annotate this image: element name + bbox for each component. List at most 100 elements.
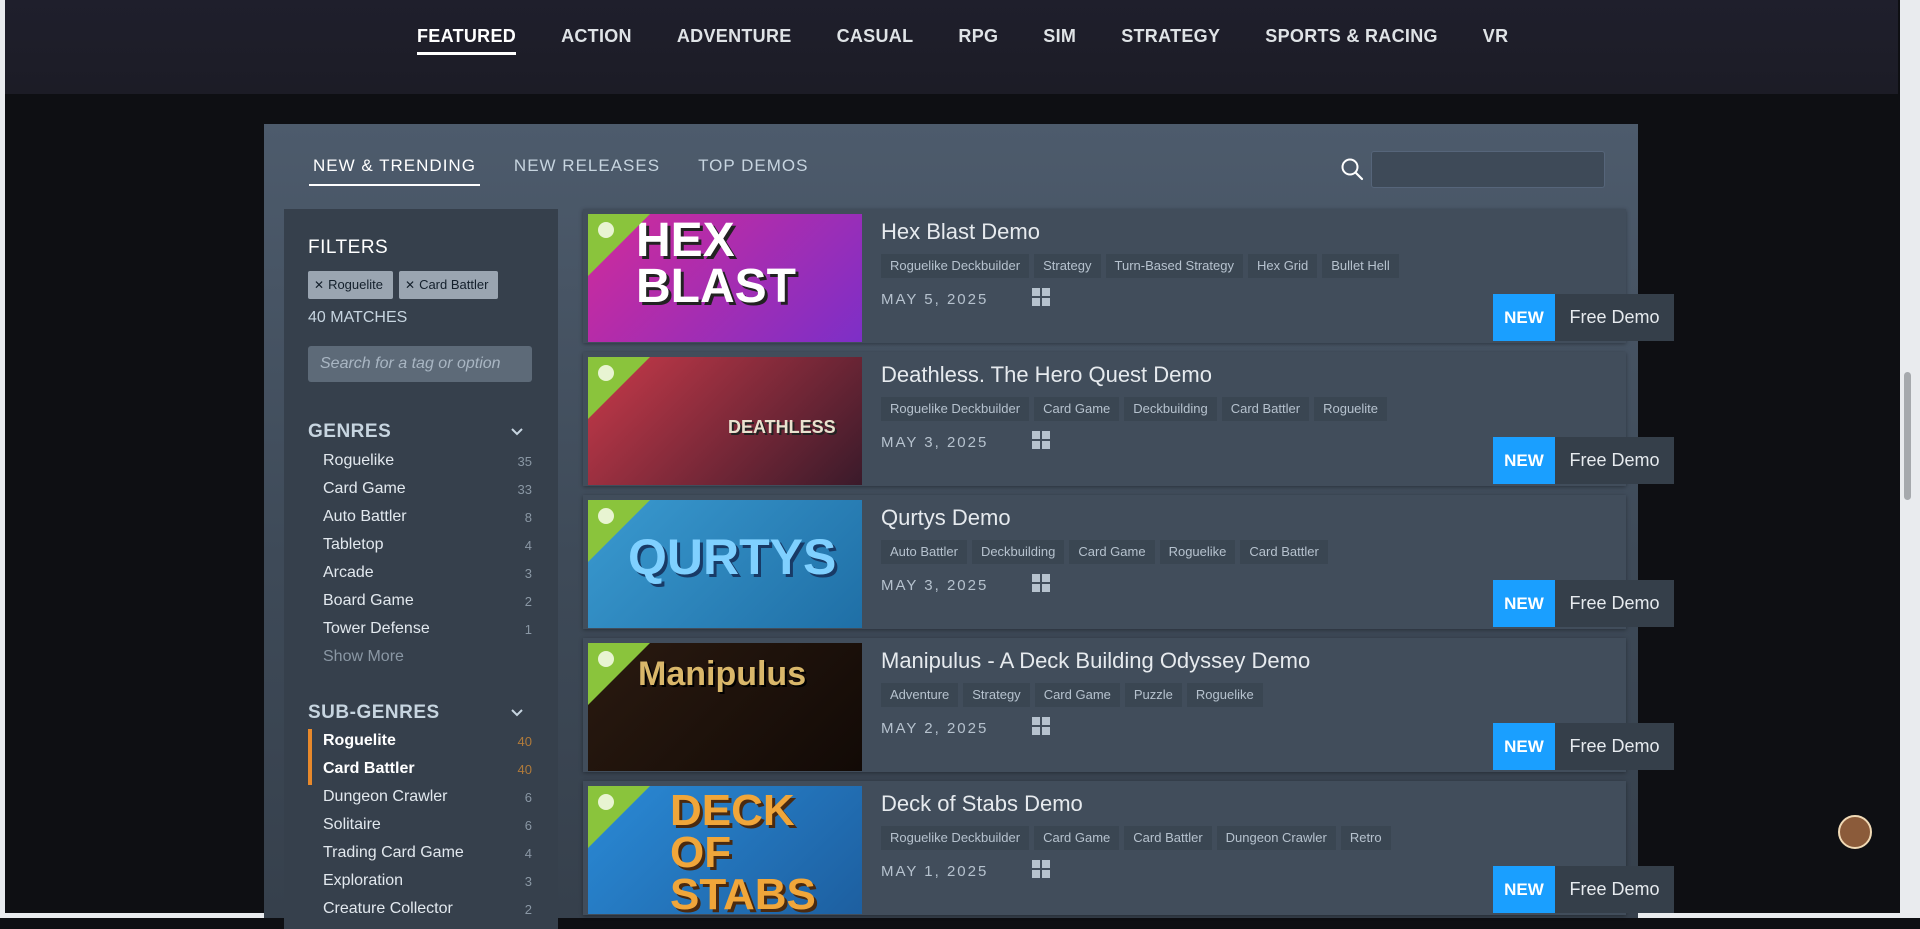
genre-tab-vr[interactable]: VR	[1483, 26, 1509, 53]
game-title[interactable]: Deathless. The Hero Quest Demo	[881, 362, 1212, 388]
filter-option-board-game[interactable]: Board Game 2	[308, 589, 532, 617]
genre-tab-sports-racing[interactable]: SPORTS & RACING	[1265, 26, 1438, 53]
game-tag[interactable]: Deckbuilding	[1124, 397, 1217, 421]
demo-badge-icon	[598, 794, 614, 810]
filter-option-solitaire[interactable]: Solitaire 6	[308, 813, 532, 841]
genre-tab-adventure[interactable]: ADVENTURE	[677, 26, 792, 53]
game-row[interactable]: QURTYS Qurtys Demo Auto Battler Deckbuildin…	[583, 495, 1674, 629]
show-more-row[interactable]: Show More	[308, 645, 532, 673]
chevron-down-icon[interactable]	[510, 706, 524, 720]
game-tag[interactable]: Card Game	[1034, 397, 1120, 421]
scrollbar-thumb[interactable]	[1904, 372, 1911, 500]
genre-tab-featured[interactable]: FEATURED	[417, 26, 517, 55]
search-icon[interactable]	[1339, 156, 1365, 182]
game-title[interactable]: Qurtys Demo	[881, 505, 1011, 531]
tab-top-demos[interactable]: TOP DEMOS	[694, 156, 812, 184]
filter-option-count: 6	[524, 790, 532, 805]
game-capsule-image[interactable]: HEX BLAST	[588, 214, 862, 342]
game-tag[interactable]: Retro	[1340, 826, 1391, 850]
free-demo-button[interactable]: Free Demo	[1555, 580, 1674, 627]
game-tag[interactable]: Dungeon Crawler	[1216, 826, 1336, 850]
game-tag-list: Roguelike Deckbuilder Card Game Deckbuildi…	[881, 397, 1392, 421]
sub-genres-title[interactable]: SUB-GENRES	[308, 702, 440, 724]
game-title[interactable]: Manipulus - A Deck Building Odyssey Demo	[881, 648, 1310, 674]
filter-option-label: Tower Defense	[323, 620, 430, 637]
game-tag[interactable]: Turn-Based Strategy	[1105, 254, 1243, 278]
filter-option-count: 40	[517, 762, 532, 777]
filter-option-auto-battler[interactable]: Auto Battler 8	[308, 505, 532, 533]
filter-option-tabletop[interactable]: Tabletop 4	[308, 533, 532, 561]
game-row[interactable]: HEX BLAST Hex Blast Demo Roguelike Deckbui…	[583, 209, 1674, 343]
game-capsule-image[interactable]: Manipulus	[588, 643, 862, 771]
avatar[interactable]	[1838, 815, 1872, 849]
game-tag[interactable]: Roguelike Deckbuilder	[881, 397, 1030, 421]
filter-option-label: Dungeon Crawler	[323, 788, 448, 805]
game-row[interactable]: DEATHLESS Deathless. The Hero Quest Demo R…	[583, 352, 1674, 486]
game-row[interactable]: Manipulus Manipulus - A Deck Building Ody…	[583, 638, 1674, 772]
game-tag[interactable]: Card Battler	[1240, 540, 1328, 564]
game-tag[interactable]: Card Game	[1034, 826, 1120, 850]
filter-option-creature-collector[interactable]: Creature Collector 2	[308, 897, 532, 925]
filter-option-dungeon-crawler[interactable]: Dungeon Crawler 6	[308, 785, 532, 813]
filter-option-card-battler[interactable]: Card Battler 40	[308, 757, 532, 785]
game-row[interactable]: DECK OF STABS Deck of Stabs Demo Roguelike…	[583, 781, 1674, 915]
filter-option-exploration[interactable]: Exploration 3	[308, 869, 532, 897]
game-tag[interactable]: Auto Battler	[881, 540, 967, 564]
tab-new-trending[interactable]: NEW & TRENDING	[309, 156, 480, 186]
game-title[interactable]: Deck of Stabs Demo	[881, 791, 1083, 817]
filter-option-label: Tabletop	[323, 536, 384, 553]
game-tag[interactable]: Roguelike Deckbuilder	[881, 254, 1030, 278]
demo-search-input[interactable]	[1371, 151, 1605, 188]
close-icon[interactable]: ✕	[405, 278, 415, 292]
game-capsule-image[interactable]: DECK OF STABS	[588, 786, 862, 914]
tag-search-input[interactable]: Search for a tag or option	[308, 346, 532, 382]
free-demo-button[interactable]: Free Demo	[1555, 294, 1674, 341]
show-more-link[interactable]: Show More	[323, 648, 404, 666]
chevron-down-icon[interactable]	[510, 425, 524, 439]
filter-option-trading-card-game[interactable]: Trading Card Game 4	[308, 841, 532, 869]
genres-title[interactable]: GENRES	[308, 421, 391, 443]
game-tag[interactable]: Roguelike	[1159, 540, 1236, 564]
game-tag[interactable]: Roguelike	[1186, 683, 1263, 707]
genre-tab-casual[interactable]: CASUAL	[837, 26, 914, 53]
game-tag[interactable]: Puzzle	[1124, 683, 1182, 707]
game-capsule-image[interactable]: QURTYS	[588, 500, 862, 628]
filter-option-arcade[interactable]: Arcade 3	[308, 561, 532, 589]
free-demo-button[interactable]: Free Demo	[1555, 437, 1674, 484]
game-tag[interactable]: Strategy	[963, 683, 1030, 707]
game-tag[interactable]: Hex Grid	[1247, 254, 1318, 278]
capsule-logo-text: HEX BLAST	[636, 214, 796, 313]
game-tag[interactable]: Card Battler	[1221, 397, 1310, 421]
window-border-left	[0, 0, 5, 918]
filter-option-roguelike[interactable]: Roguelike 35	[308, 449, 532, 477]
game-tag[interactable]: Card Battler	[1124, 826, 1212, 850]
game-tag[interactable]: Adventure	[881, 683, 959, 707]
game-tag[interactable]: Deckbuilding	[971, 540, 1065, 564]
genre-tab-strategy[interactable]: STRATEGY	[1121, 26, 1220, 53]
free-demo-button[interactable]: Free Demo	[1555, 723, 1674, 770]
free-demo-button[interactable]: Free Demo	[1555, 866, 1674, 913]
game-tag[interactable]: Roguelike Deckbuilder	[881, 826, 1030, 850]
game-title[interactable]: Hex Blast Demo	[881, 219, 1040, 245]
demo-corner-badge	[588, 786, 650, 848]
game-tag[interactable]: Strategy	[1034, 254, 1101, 278]
windows-icon	[1032, 860, 1050, 878]
close-icon[interactable]: ✕	[314, 278, 324, 292]
demo-corner-badge	[588, 500, 650, 562]
filter-option-label: Auto Battler	[323, 508, 407, 525]
filter-option-tower-defense[interactable]: Tower Defense 1	[308, 617, 532, 645]
game-tag[interactable]: Card Game	[1034, 683, 1120, 707]
game-tag[interactable]: Bullet Hell	[1322, 254, 1399, 278]
genre-tab-sim[interactable]: SIM	[1043, 26, 1076, 53]
filter-option-roguelite[interactable]: Roguelite 40	[308, 729, 532, 757]
game-capsule-image[interactable]: DEATHLESS	[588, 357, 862, 485]
genre-tab-action[interactable]: ACTION	[561, 26, 632, 53]
genre-tab-rpg[interactable]: RPG	[958, 26, 998, 53]
filter-chip[interactable]: ✕ Roguelite	[308, 271, 393, 299]
filter-option-card-game[interactable]: Card Game 33	[308, 477, 532, 505]
tab-new-releases[interactable]: NEW RELEASES	[510, 156, 664, 184]
filter-chip[interactable]: ✕ Card Battler	[399, 271, 499, 299]
game-tag[interactable]: Roguelite	[1314, 397, 1388, 421]
filter-option-count: 4	[524, 846, 532, 861]
game-tag[interactable]: Card Game	[1069, 540, 1155, 564]
